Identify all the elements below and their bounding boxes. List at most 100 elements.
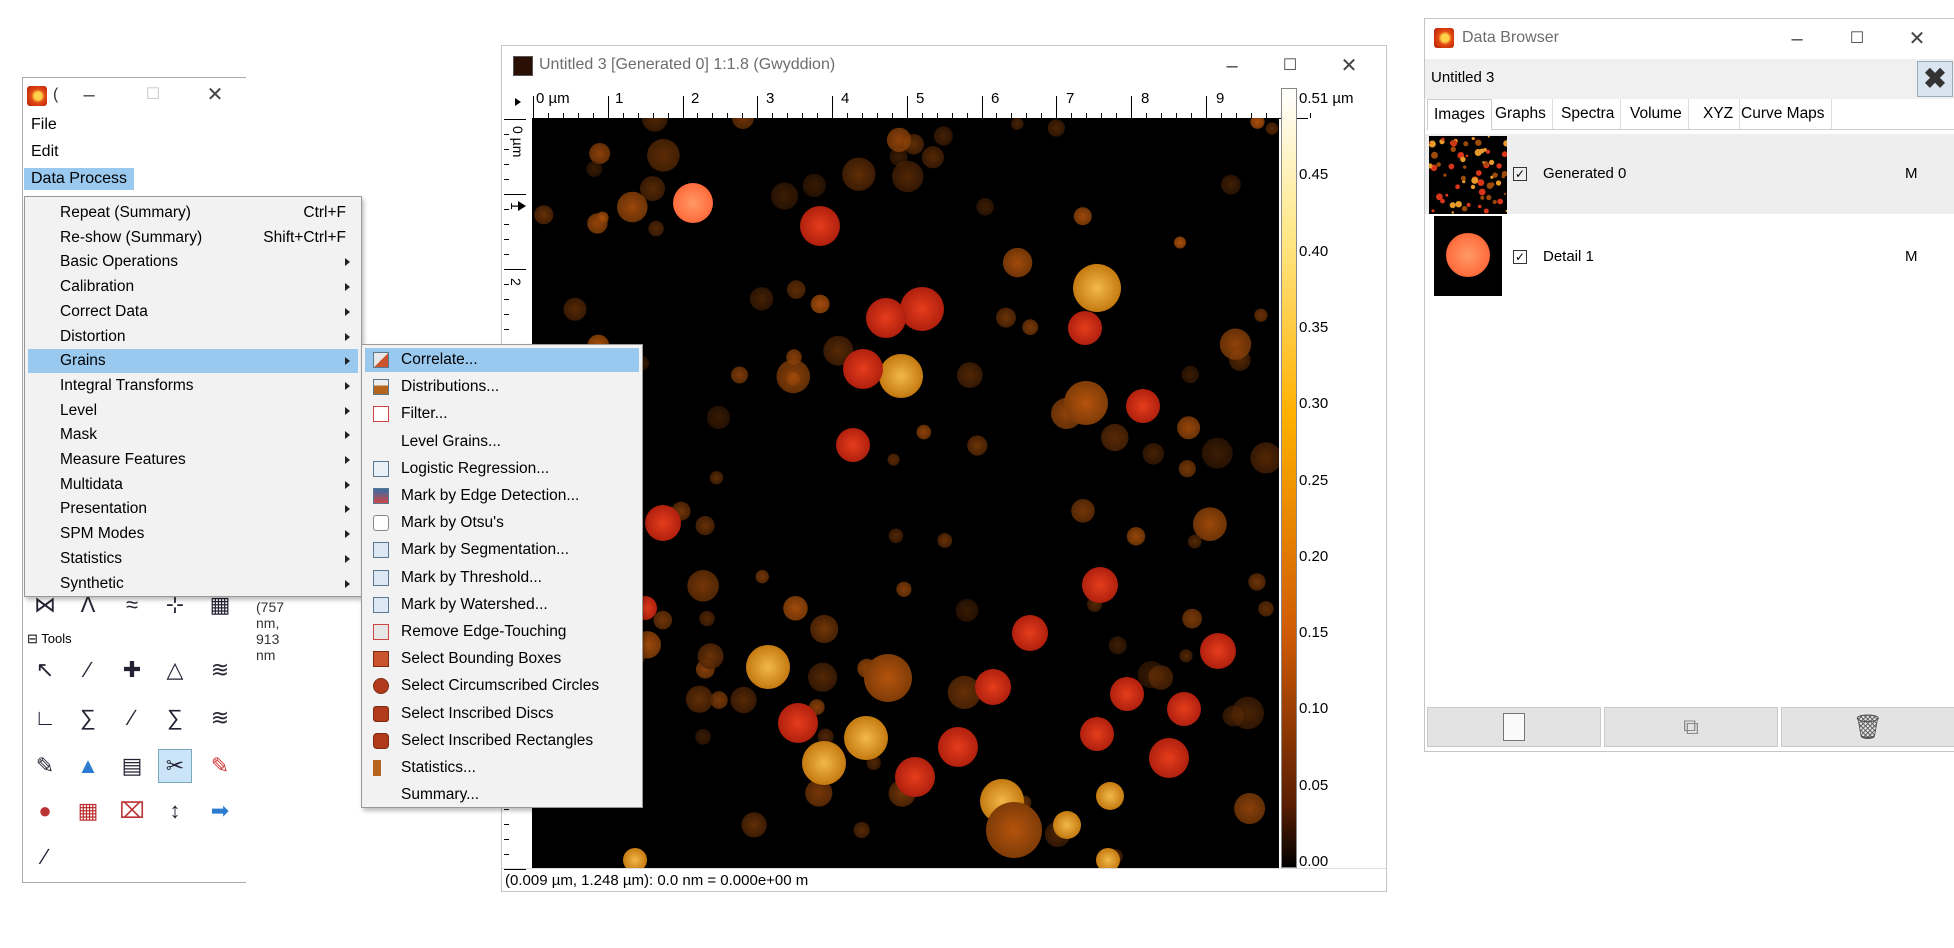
triangle-tool-icon[interactable]: ▲ (71, 749, 105, 783)
remove-spots-tool-icon[interactable]: ✎ (28, 749, 62, 783)
ruler-tick (533, 96, 534, 118)
mask-editor-tool-icon[interactable]: ✎ (203, 749, 237, 783)
close-icon[interactable]: ✕ (1331, 52, 1367, 80)
afm-height-image[interactable] (533, 118, 1279, 868)
menu-item-grains[interactable]: Grains (28, 349, 358, 374)
maximize-icon[interactable]: ☐ (1839, 25, 1875, 53)
menu-edit[interactable]: Edit (24, 141, 66, 163)
grains-item-label: Remove Edge-Touching (401, 623, 567, 640)
menu-item-multidata[interactable]: Multidata (28, 473, 358, 497)
visibility-checkbox[interactable]: ✓ (1513, 250, 1527, 264)
grains-item-mark-by-watershed[interactable]: Mark by Watershed... (365, 593, 639, 617)
particle (1167, 692, 1201, 726)
grains-item-mark-by-otsu-s[interactable]: Mark by Otsu's (365, 511, 639, 535)
stripes-tool-icon[interactable]: ▤ (115, 749, 149, 783)
close-icon[interactable]: ✕ (1899, 25, 1935, 53)
maximize-icon[interactable]: ☐ (135, 81, 171, 109)
menu-item-repeat-summary[interactable]: Repeat (Summary) Ctrl+F (28, 201, 358, 225)
grain-height-tool-icon[interactable]: ≋ (203, 701, 237, 735)
grains-item-level-grains[interactable]: Level Grains... (365, 430, 639, 454)
menu-item-re-show-summary[interactable]: Re-show (Summary) Shift+Ctrl+F (28, 226, 358, 250)
grains-item-filter[interactable]: Filter... (365, 402, 639, 426)
tab-images[interactable]: Images (1427, 99, 1492, 130)
grains-item-select-circumscribed-circles[interactable]: Select Circumscribed Circles (365, 674, 639, 698)
delete-button[interactable]: 🗑 (1781, 707, 1954, 747)
menu-item-level[interactable]: Level (28, 399, 358, 423)
grain-select-tool-icon[interactable]: ▦ (71, 794, 105, 828)
menu-item-integral-transforms[interactable]: Integral Transforms (28, 374, 358, 398)
tab-volume[interactable]: Volume (1624, 99, 1689, 129)
grain-box-tool-icon[interactable]: ⌧ (115, 794, 149, 828)
grains-item-mark-by-edge-detection[interactable]: Mark by Edge Detection... (365, 484, 639, 508)
list-item[interactable]: ✓ Generated 0 M (1425, 134, 1954, 214)
grains-item-mark-by-threshold[interactable]: Mark by Threshold... (365, 566, 639, 590)
path-level-tool-icon[interactable]: ∕ (28, 840, 62, 874)
particle (1477, 179, 1485, 186)
particle (843, 349, 883, 389)
duplicate-button[interactable]: ⧉ (1604, 707, 1778, 747)
menu-item-mask[interactable]: Mask (28, 423, 358, 447)
grains-item-remove-edge-touching[interactable]: Remove Edge-Touching (365, 620, 639, 644)
maximize-icon[interactable]: ☐ (1272, 52, 1308, 80)
curve-tool-icon[interactable]: ∕ (115, 701, 149, 735)
grains-item-statistics[interactable]: Statistics... (365, 756, 639, 780)
menu-file[interactable]: File (24, 114, 64, 136)
tab-spectra[interactable]: Spectra (1555, 99, 1622, 129)
menu-item-calibration[interactable]: Calibration (28, 275, 358, 299)
grains-item-summary[interactable]: Summary... (365, 783, 639, 807)
crosshair-tool-icon[interactable]: ✚ (115, 653, 149, 687)
grain-remove-tool-icon[interactable]: ● (28, 794, 62, 828)
height-bar-tool-icon[interactable]: ↕ (158, 794, 192, 828)
minimize-icon[interactable]: – (71, 81, 107, 109)
menu-item-spm-modes[interactable]: SPM Modes (28, 522, 358, 546)
x-tick-label-4: 4 (841, 90, 850, 107)
menu-item-statistics[interactable]: Statistics (28, 547, 358, 571)
grains-item-correlate[interactable]: Correlate... (365, 348, 639, 372)
grains-item-select-inscribed-rectangles[interactable]: Select Inscribed Rectangles (365, 729, 639, 753)
sigma-tool-icon[interactable]: ∑ (158, 701, 192, 735)
ruler-tick (1056, 96, 1058, 118)
menu-item-presentation[interactable]: Presentation (28, 497, 358, 521)
crop-tool-icon[interactable]: ✂ (158, 749, 192, 783)
visibility-checkbox[interactable]: ✓ (1513, 167, 1527, 181)
tab-curve-maps[interactable]: Curve Maps (1735, 99, 1832, 129)
submenu-arrow-icon (345, 579, 350, 588)
grains-item-logistic-regression[interactable]: Logistic Regression... (365, 457, 639, 481)
grains-item-distributions[interactable]: Distributions... (365, 375, 639, 399)
grains-item-select-inscribed-discs[interactable]: Select Inscribed Discs (365, 702, 639, 726)
grains-item-select-bounding-boxes[interactable]: Select Bounding Boxes (365, 647, 639, 671)
spectro-tool-icon[interactable]: ≋ (203, 653, 237, 687)
submenu-arrow-icon (345, 480, 350, 489)
tools-section-header[interactable]: ⊟ Tools (27, 631, 72, 647)
grains-item-mark-by-segmentation[interactable]: Mark by Segmentation... (365, 538, 639, 562)
tab-xyz[interactable]: XYZ (1697, 99, 1741, 129)
minimize-icon[interactable]: – (1779, 25, 1815, 53)
particle (802, 741, 846, 785)
tab-graphs[interactable]: Graphs (1489, 99, 1553, 129)
minimize-icon[interactable]: – (1214, 52, 1250, 80)
level-tool-icon[interactable]: ∟ (28, 701, 62, 735)
list-item[interactable]: ✓ Detail 1 M (1425, 216, 1954, 300)
close-file-button[interactable]: ✖ (1917, 61, 1953, 97)
ruler-tick (504, 209, 509, 210)
particle (673, 183, 713, 223)
data-browser-window: Data Browser – ☐ ✕ Untitled 3 ✖ Images G… (1424, 18, 1954, 752)
menu-data-process[interactable]: Data Process (24, 168, 135, 190)
menu-item-basic-operations[interactable]: Basic Operations (28, 250, 358, 274)
menu-item-correct-data[interactable]: Correct Data (28, 300, 358, 324)
particle (1450, 146, 1456, 152)
pointer-tool-icon[interactable]: ↖ (28, 653, 62, 687)
distance-tool-icon[interactable]: ∕ (71, 653, 105, 687)
stats-tool-icon[interactable]: ∑ (71, 701, 105, 735)
arrow-tool-icon[interactable]: ➡ (203, 794, 237, 828)
grain-function-icon (373, 488, 389, 504)
close-icon[interactable]: ✕ (197, 81, 233, 109)
new-document-button[interactable] (1427, 707, 1601, 747)
ruler-tick (504, 299, 509, 300)
grains-item-label: Select Inscribed Discs (401, 704, 554, 722)
color-scale-label: 0.25 (1299, 471, 1329, 489)
profile-tool-icon[interactable]: △ (158, 653, 192, 687)
menu-item-synthetic[interactable]: Synthetic (28, 572, 358, 596)
menu-item-measure-features[interactable]: Measure Features (28, 448, 358, 472)
menu-item-distortion[interactable]: Distortion (28, 325, 358, 349)
